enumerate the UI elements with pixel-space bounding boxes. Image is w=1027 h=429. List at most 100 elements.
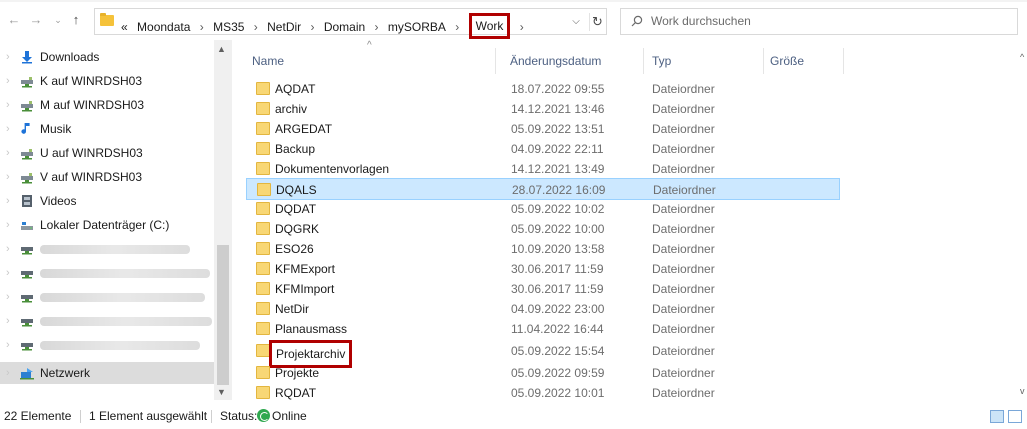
scroll-up-icon[interactable]: ^: [1020, 52, 1024, 62]
breadcrumb-item-mysorba[interactable]: mySORBA: [388, 19, 446, 35]
file-row-archiv[interactable]: archiv 14.12.2021 13:46 Dateiordner: [246, 98, 840, 120]
file-name: NetDir: [275, 302, 310, 316]
chevron-right-icon[interactable]: ›: [6, 190, 10, 212]
folder-icon: [256, 102, 270, 115]
column-header-date[interactable]: Änderungsdatum: [504, 48, 644, 74]
breadcrumb-item-moondata[interactable]: Moondata: [137, 19, 190, 35]
nav-item-label: U auf WINRDSH03: [40, 146, 143, 160]
file-row-aqdat[interactable]: AQDAT 18.07.2022 09:55 Dateiordner: [246, 78, 840, 100]
file-name: Projekte: [275, 366, 320, 380]
scroll-down-icon[interactable]: v: [1020, 386, 1025, 396]
up-arrow-icon[interactable]: ↑: [68, 11, 84, 29]
file-row-dokumentenvorlagen[interactable]: Dokumentenvorlagen 14.12.2021 13:49 Date…: [246, 158, 840, 180]
nav-item-u-drive[interactable]: › U auf WINRDSH03: [0, 142, 214, 164]
chevron-right-icon[interactable]: ›: [6, 334, 10, 356]
file-name: AQDAT: [275, 82, 316, 96]
network-drive-icon: [21, 149, 33, 160]
file-row-planausmass[interactable]: Planausmass 11.04.2022 16:44 Dateiordner: [246, 318, 840, 340]
file-list: AQDAT 18.07.2022 09:55 Dateiordner archi…: [232, 78, 1022, 400]
column-header-name[interactable]: Name: [246, 48, 496, 74]
file-date: 14.12.2021 13:46: [511, 102, 605, 116]
chevron-right-icon[interactable]: ›: [6, 166, 10, 188]
chevron-right-icon[interactable]: ›: [455, 19, 459, 35]
nav-item-m-drive[interactable]: › M auf WINRDSH03: [0, 94, 214, 116]
chevron-right-icon[interactable]: ›: [6, 214, 10, 236]
file-row-backup[interactable]: Backup 04.09.2022 22:11 Dateiordner: [246, 138, 840, 160]
breadcrumb-item-domain[interactable]: Domain: [324, 19, 365, 35]
item-count: 22 Elemente: [4, 409, 72, 423]
file-row-rqdat[interactable]: RQDAT 05.09.2022 10:01 Dateiordner: [246, 382, 840, 404]
back-arrow-icon[interactable]: ←: [6, 11, 22, 29]
search-input[interactable]: Work durchsuchen: [620, 8, 1018, 35]
nav-item-k-drive[interactable]: › K auf WINRDSH03: [0, 70, 214, 92]
column-header-type[interactable]: Typ: [646, 48, 764, 74]
scrollbar-thumb[interactable]: [217, 245, 229, 385]
nav-item-local-disk[interactable]: › Lokaler Datenträger (C:): [0, 214, 214, 236]
selection-count: 1 Element ausgewählt: [89, 409, 208, 423]
chevron-right-icon[interactable]: ›: [6, 262, 10, 284]
file-row-dqals[interactable]: DQALS 28.07.2022 16:09 Dateiordner: [246, 178, 840, 200]
chevron-right-icon[interactable]: ›: [6, 70, 10, 92]
breadcrumb-item-work[interactable]: Work: [468, 13, 511, 39]
chevron-right-icon[interactable]: ›: [311, 19, 315, 35]
chevron-right-icon[interactable]: ›: [6, 362, 10, 384]
large-icons-view-icon[interactable]: [1008, 410, 1022, 423]
network-icon: [20, 368, 34, 380]
chevron-right-icon[interactable]: ›: [254, 19, 258, 35]
file-type: Dateiordner: [652, 142, 715, 156]
scroll-down-icon[interactable]: ▼: [217, 387, 226, 397]
address-dropdown-icon[interactable]: ⌵: [569, 14, 583, 30]
chevron-right-icon[interactable]: ›: [6, 94, 10, 116]
navigation-scrollbar[interactable]: ▲ ▼: [214, 40, 232, 400]
nav-item-musik[interactable]: › Musik: [0, 118, 214, 140]
network-drive-icon: [21, 173, 33, 184]
chevron-right-icon[interactable]: ›: [6, 238, 10, 260]
nav-item-redacted-drive[interactable]: ›: [0, 238, 214, 260]
nav-item-redacted-drive[interactable]: ›: [0, 334, 214, 356]
folder-icon: [256, 82, 270, 95]
file-list-scrollbar[interactable]: ^ v: [1020, 48, 1027, 400]
file-date: 30.06.2017 11:59: [511, 282, 604, 296]
status-label: Status:: [220, 409, 258, 423]
chevron-right-icon[interactable]: ›: [520, 19, 524, 35]
file-type: Dateiordner: [652, 282, 715, 296]
file-row-kfmexport[interactable]: KFMExport 30.06.2017 11:59 Dateiordner: [246, 258, 840, 280]
nav-item-redacted-drive[interactable]: ›: [0, 310, 214, 332]
nav-item-redacted-drive[interactable]: ›: [0, 286, 214, 308]
column-header-size[interactable]: Größe: [764, 48, 844, 74]
forward-arrow-icon[interactable]: →: [28, 11, 44, 29]
refresh-icon[interactable]: ↻: [589, 13, 605, 31]
chevron-right-icon[interactable]: ›: [6, 310, 10, 332]
file-row-projektarchiv[interactable]: Projektarchiv 05.09.2022 15:54 Dateiordn…: [246, 340, 840, 368]
nav-item-v-drive[interactable]: › V auf WINRDSH03: [0, 166, 214, 188]
breadcrumb-item-netdir[interactable]: NetDir: [267, 19, 301, 35]
scroll-up-icon[interactable]: ▲: [217, 44, 226, 54]
breadcrumb-overflow[interactable]: «: [121, 19, 128, 35]
file-row-dqgrk[interactable]: DQGRK 05.09.2022 10:00 Dateiordner: [246, 218, 840, 240]
column-header-row: ^ Name Änderungsdatum Typ Größe: [232, 40, 1022, 74]
chevron-right-icon[interactable]: ›: [200, 19, 204, 35]
file-type: Dateiordner: [652, 82, 715, 96]
file-row-projekte[interactable]: Projekte 05.09.2022 09:59 Dateiordner: [246, 362, 840, 384]
chevron-right-icon[interactable]: ›: [6, 286, 10, 308]
chevron-right-icon[interactable]: ›: [375, 19, 379, 35]
online-status-text: Online: [272, 409, 307, 423]
file-row-eso26[interactable]: ESO26 10.09.2020 13:58 Dateiordner: [246, 238, 840, 260]
file-row-netdir[interactable]: NetDir 04.09.2022 23:00 Dateiordner: [246, 298, 840, 320]
file-row-kfmimport[interactable]: KFMImport 30.06.2017 11:59 Dateiordner: [246, 278, 840, 300]
nav-item-downloads[interactable]: › Downloads: [0, 46, 214, 68]
chevron-right-icon[interactable]: ›: [6, 142, 10, 164]
breadcrumb-item-ms35[interactable]: MS35: [213, 19, 244, 35]
details-view-icon[interactable]: [990, 410, 1004, 423]
chevron-right-icon[interactable]: ›: [6, 118, 10, 140]
file-name: Planausmass: [275, 322, 348, 336]
address-bar[interactable]: « Moondata › MS35 › NetDir › Domain › my…: [94, 8, 607, 39]
nav-item-label: Lokaler Datenträger (C:): [40, 218, 170, 232]
nav-item-redacted-drive[interactable]: ›: [0, 262, 214, 284]
recent-locations-chevron-icon[interactable]: ⌄: [50, 11, 66, 29]
nav-item-netzwerk[interactable]: › Netzwerk: [0, 362, 214, 384]
chevron-right-icon[interactable]: ›: [6, 46, 10, 68]
file-row-dqdat[interactable]: DQDAT 05.09.2022 10:02 Dateiordner: [246, 198, 840, 220]
file-row-argedat[interactable]: ARGEDAT 05.09.2022 13:51 Dateiordner: [246, 118, 840, 140]
nav-item-videos[interactable]: › Videos: [0, 190, 214, 212]
